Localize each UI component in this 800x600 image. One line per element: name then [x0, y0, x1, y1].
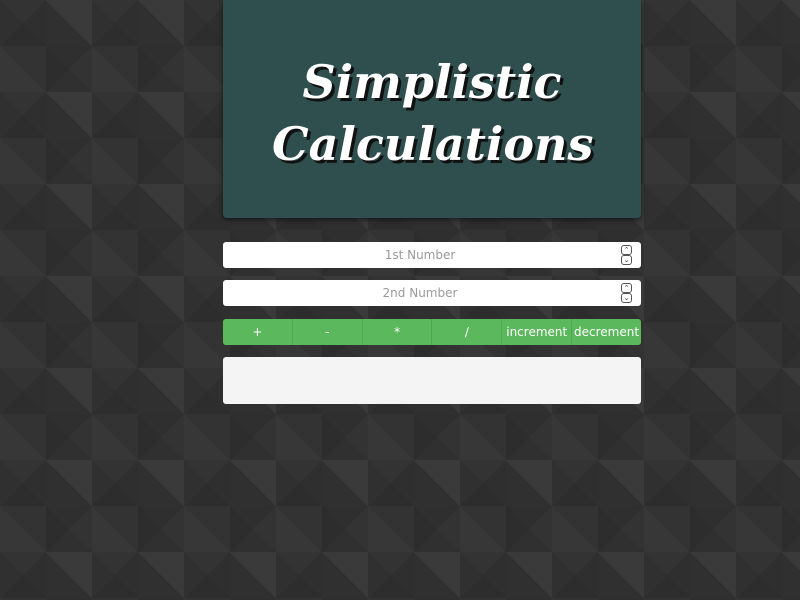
- chevron-up-icon[interactable]: ⌃: [621, 283, 632, 293]
- first-number-input[interactable]: [223, 242, 641, 268]
- chevron-down-icon[interactable]: ⌄: [621, 293, 632, 303]
- multiply-button[interactable]: *: [362, 319, 433, 345]
- result-display: [223, 357, 641, 404]
- second-number-field: ⌃ ⌄: [223, 280, 641, 306]
- calculator-container: Simplistic Calculations ⌃ ⌄ ⌃ ⌄ + - * / …: [223, 0, 641, 404]
- divide-button[interactable]: /: [432, 319, 503, 345]
- chevron-up-icon[interactable]: ⌃: [621, 245, 632, 255]
- first-number-field: ⌃ ⌄: [223, 242, 641, 268]
- second-number-input[interactable]: [223, 280, 641, 306]
- increment-button[interactable]: increment: [502, 319, 573, 345]
- decrement-button[interactable]: decrement: [572, 319, 641, 345]
- add-button[interactable]: +: [223, 319, 293, 345]
- subtract-button[interactable]: -: [292, 319, 363, 345]
- first-number-spinner: ⌃ ⌄: [621, 245, 632, 265]
- app-title: Simplistic Calculations: [272, 55, 594, 171]
- header-banner: Simplistic Calculations: [223, 0, 641, 218]
- chevron-down-icon[interactable]: ⌄: [621, 255, 632, 265]
- second-number-spinner: ⌃ ⌄: [621, 283, 632, 303]
- operations-bar: + - * / increment decrement: [223, 319, 641, 345]
